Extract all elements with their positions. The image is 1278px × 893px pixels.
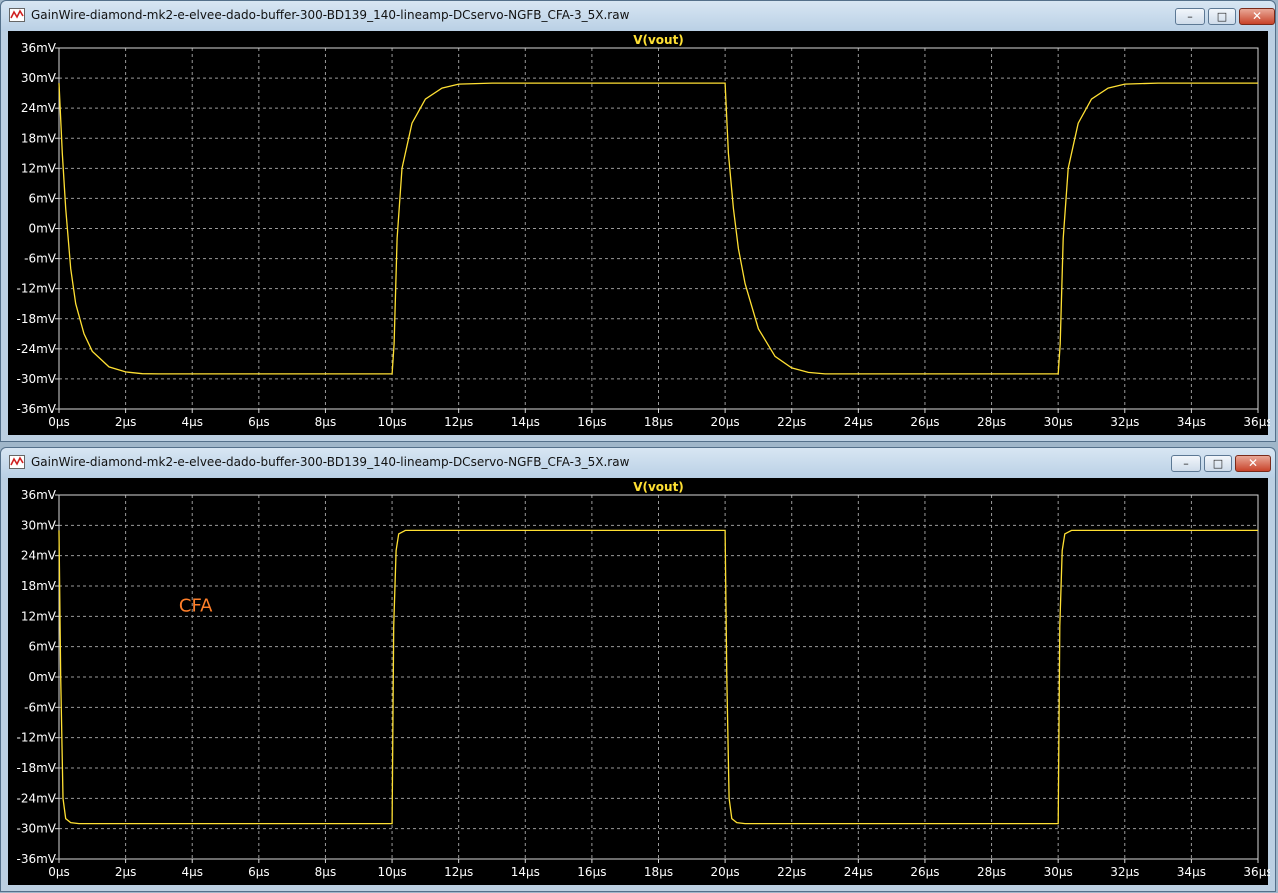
y-tick-label: -18mV [17,761,57,775]
x-tick-label: 12µs [444,865,473,879]
title-bar[interactable]: GainWire-diamond-mk2-e-elvee-dado-buffer… [1,1,1275,31]
waveform-chart[interactable]: 0µs 2µs 4µs 6µs 8µs 10µs 12µs 14µs 16µs 18µs 20µs 2… [8,31,1273,437]
y-tick-label: -12mV [17,282,57,296]
waveform-chart[interactable]: 0µs 2µs 4µs 6µs 8µs 10µs 12µs 14µs 16µs 18µs 20µs 2… [8,478,1273,887]
x-tick-label: 0µs [48,415,70,429]
x-tick-label: 26µs [910,415,939,429]
y-tick-label: 30mV [21,518,57,532]
x-tick-label: 30µs [1044,415,1073,429]
x-tick-label: 10µs [377,415,406,429]
waveform-app-icon [9,8,25,22]
tick-labels: 0µs 2µs 4µs 6µs 8µs 10µs 12µs 14µs 16µs 18µs 20µs 2… [17,488,1273,879]
y-tick-label: 36mV [21,488,57,502]
x-tick-label: 20µs [711,415,740,429]
x-tick-label: 28µs [977,865,1006,879]
x-tick-label: 20µs [711,865,740,879]
y-tick-label: -24mV [17,342,57,356]
x-tick-label: 12µs [444,415,473,429]
y-tick-label: 36mV [21,41,57,55]
trace-label[interactable]: V(vout) [633,33,684,47]
close-icon: ✕ [1251,9,1263,23]
plot-annotation: CFA [179,595,213,616]
minimize-button[interactable]: – [1175,8,1205,25]
x-tick-label: 22µs [777,415,806,429]
close-button[interactable]: ✕ [1239,8,1275,25]
x-tick-label: 36µs [1243,865,1270,879]
x-tick-label: 4µs [181,865,203,879]
waveform-window-1[interactable]: GainWire-diamond-mk2-e-elvee-dado-buffer… [0,0,1276,442]
x-tick-label: 32µs [1110,865,1139,879]
maximize-icon: □ [1216,10,1228,23]
x-tick-label: 24µs [844,865,873,879]
x-tick-label: 2µs [115,865,137,879]
grid-layer [59,495,1258,859]
x-tick-label: 16µs [577,415,606,429]
y-tick-label: -30mV [17,372,57,386]
minimize-icon: – [1183,457,1189,470]
maximize-button[interactable]: □ [1208,8,1236,25]
waveform-app-icon [9,455,25,469]
minimize-button[interactable]: – [1171,455,1201,472]
minimize-icon: – [1187,10,1193,23]
x-tick-label: 6µs [248,865,270,879]
y-tick-label: 0mV [28,222,56,236]
x-tick-label: 4µs [181,415,203,429]
y-tick-label: -12mV [17,731,57,745]
y-tick-label: 12mV [21,161,57,175]
x-tick-label: 8µs [315,865,337,879]
title-bar[interactable]: GainWire-diamond-mk2-e-elvee-dado-buffer… [1,448,1275,478]
x-tick-label: 18µs [644,865,673,879]
y-tick-label: -30mV [17,822,57,836]
grid-layer [59,48,1258,409]
trace-label[interactable]: V(vout) [633,480,684,494]
x-tick-label: 32µs [1110,415,1139,429]
x-tick-label: 28µs [977,415,1006,429]
y-tick-label: 18mV [21,579,57,593]
y-tick-label: 18mV [21,131,57,145]
x-tick-label: 2µs [115,415,137,429]
x-tick-label: 36µs [1243,415,1270,429]
x-tick-label: 8µs [315,415,337,429]
y-tick-label: 6mV [28,640,56,654]
x-tick-label: 6µs [248,415,270,429]
y-tick-label: 6mV [28,191,56,205]
plot-pane[interactable]: 0µs 2µs 4µs 6µs 8µs 10µs 12µs 14µs 16µs 18µs 20µs 2… [8,478,1273,887]
y-tick-label: -24mV [17,791,57,805]
tick-labels: 0µs 2µs 4µs 6µs 8µs 10µs 12µs 14µs 16µs 18µs 20µs 2… [17,41,1273,429]
x-tick-label: 34µs [1177,865,1206,879]
x-tick-label: 24µs [844,415,873,429]
y-tick-label: -6mV [24,700,57,714]
x-tick-label: 10µs [377,865,406,879]
y-tick-label: -6mV [24,252,57,266]
x-tick-label: 26µs [910,865,939,879]
x-tick-label: 0µs [48,865,70,879]
plot-pane[interactable]: 0µs 2µs 4µs 6µs 8µs 10µs 12µs 14µs 16µs 18µs 20µs 2… [8,31,1273,437]
waveform-window-2[interactable]: GainWire-diamond-mk2-e-elvee-dado-buffer… [0,447,1276,892]
y-tick-label: -36mV [17,402,57,416]
window-title: GainWire-diamond-mk2-e-elvee-dado-buffer… [31,455,630,469]
close-icon: ✕ [1247,456,1259,470]
maximize-button[interactable]: □ [1204,455,1232,472]
y-tick-label: 12mV [21,609,57,623]
x-tick-label: 18µs [644,415,673,429]
x-tick-label: 30µs [1044,865,1073,879]
x-tick-label: 34µs [1177,415,1206,429]
y-tick-label: -18mV [17,312,57,326]
x-tick-label: 16µs [577,865,606,879]
close-button[interactable]: ✕ [1235,455,1271,472]
x-tick-label: 14µs [511,415,540,429]
window-title: GainWire-diamond-mk2-e-elvee-dado-buffer… [31,8,630,22]
y-tick-label: 30mV [21,71,57,85]
maximize-icon: □ [1212,457,1224,470]
y-tick-label: 0mV [28,670,56,684]
y-tick-label: -36mV [17,852,57,866]
x-tick-label: 14µs [511,865,540,879]
y-tick-label: 24mV [21,101,57,115]
y-tick-label: 24mV [21,549,57,563]
x-tick-label: 22µs [777,865,806,879]
